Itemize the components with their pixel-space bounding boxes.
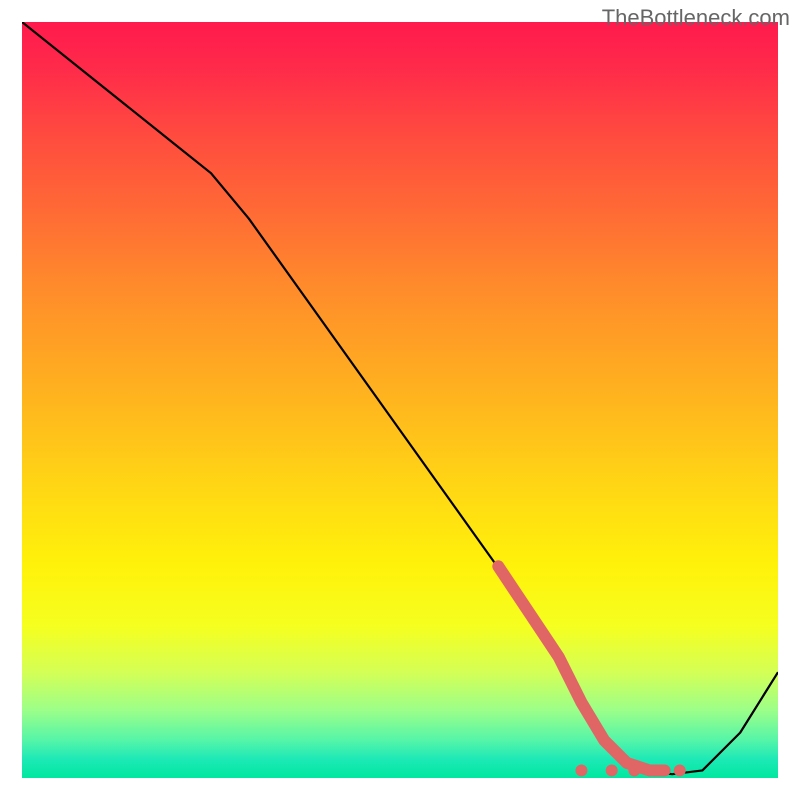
watermark-text: TheBottleneck.com	[602, 5, 790, 31]
plot-area	[22, 22, 778, 778]
chart-svg	[22, 22, 778, 778]
chart-container: TheBottleneck.com	[0, 0, 800, 800]
gradient-background	[22, 22, 778, 778]
